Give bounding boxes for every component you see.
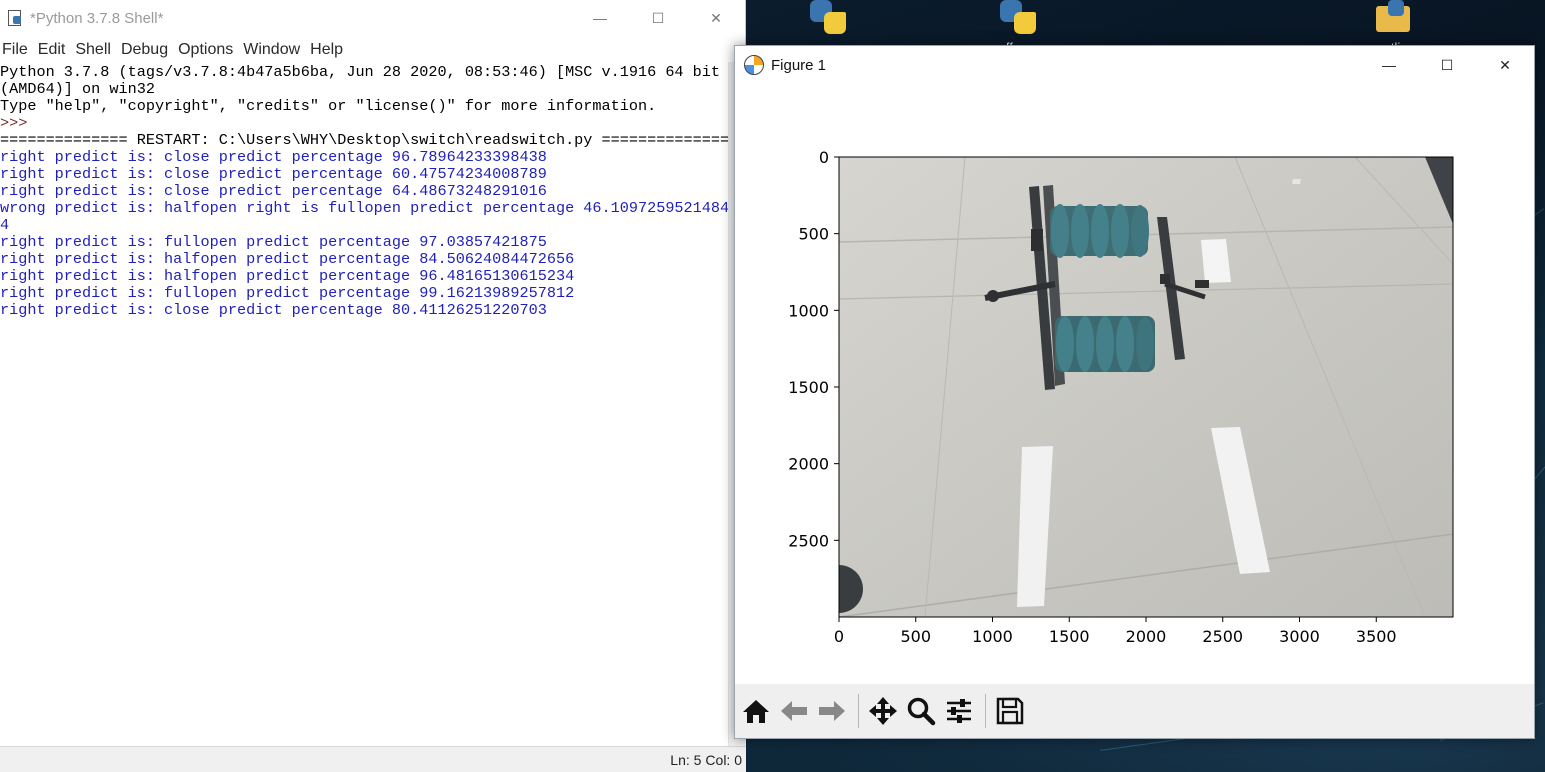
output-line: right predict is: fullopen predict perce… bbox=[0, 284, 575, 302]
menu-shell[interactable]: Shell bbox=[73, 41, 117, 59]
minimize-button[interactable]: — bbox=[571, 0, 629, 36]
forward-arrow-icon bbox=[819, 701, 845, 721]
python-file-icon bbox=[804, 0, 852, 40]
shell-prompt: >>> bbox=[0, 114, 37, 132]
save-button[interactable] bbox=[992, 693, 1028, 729]
pan-icon bbox=[869, 697, 897, 725]
back-button[interactable] bbox=[776, 693, 812, 729]
figure-toolbar bbox=[735, 684, 1534, 738]
x-tick-label: 0 bbox=[834, 627, 844, 646]
python-folder-icon bbox=[1368, 0, 1416, 40]
forward-button[interactable] bbox=[814, 693, 850, 729]
x-axis-ticks: 0 500 1000 1500 2000 2500 3000 3500 bbox=[834, 617, 1397, 646]
output-line: right predict is: close predict percenta… bbox=[0, 182, 547, 200]
idle-app-icon bbox=[6, 9, 24, 27]
configure-subplots-button[interactable] bbox=[941, 693, 977, 729]
light-reflection bbox=[1201, 239, 1231, 283]
zoom-icon bbox=[907, 697, 936, 726]
menu-file[interactable]: File bbox=[0, 41, 34, 59]
output-line: right predict is: close predict percenta… bbox=[0, 165, 547, 183]
shell-line: Python 3.7.8 (tags/v3.7.8:4b47a5b6ba, Ju… bbox=[0, 63, 721, 81]
toolbar-separator bbox=[858, 694, 859, 728]
python-file-icon bbox=[994, 0, 1042, 40]
output-line: right predict is: close predict percenta… bbox=[0, 148, 547, 166]
pan-button[interactable] bbox=[865, 693, 901, 729]
insulator-lower bbox=[1055, 316, 1155, 372]
y-tick-label: 1500 bbox=[788, 378, 829, 397]
output-line: right predict is: halfopen predict perce… bbox=[0, 250, 575, 268]
y-axis-ticks: 0 500 1000 1500 2000 2500 bbox=[788, 148, 839, 550]
status-line: Ln: 5 bbox=[670, 751, 702, 768]
close-button[interactable]: ✕ bbox=[1476, 46, 1534, 84]
toolbar-separator bbox=[985, 694, 986, 728]
zoom-button[interactable] bbox=[903, 693, 939, 729]
y-tick-label: 0 bbox=[819, 148, 829, 167]
close-button[interactable]: ✕ bbox=[687, 0, 745, 36]
minimize-button[interactable]: — bbox=[1360, 46, 1418, 84]
shell-line: (AMD64)] on win32 bbox=[0, 80, 155, 98]
output-line: right predict is: fullopen predict perce… bbox=[0, 233, 547, 251]
maximize-button[interactable]: ☐ bbox=[629, 0, 687, 36]
x-tick-label: 2000 bbox=[1126, 627, 1167, 646]
output-line: 4 bbox=[0, 216, 10, 234]
shell-output-area[interactable]: Python 3.7.8 (tags/v3.7.8:4b47a5b6ba, Ju… bbox=[0, 63, 730, 319]
idle-shell-window: *Python 3.7.8 Shell* — ☐ ✕ File Edit She… bbox=[0, 0, 746, 772]
x-tick-label: 3500 bbox=[1356, 627, 1397, 646]
shell-line: Type "help", "copyright", "credits" or "… bbox=[0, 97, 657, 115]
menu-debug[interactable]: Debug bbox=[119, 41, 174, 59]
y-tick-label: 1000 bbox=[788, 301, 829, 320]
menu-options[interactable]: Options bbox=[176, 41, 239, 59]
shell-titlebar[interactable]: *Python 3.7.8 Shell* — ☐ ✕ bbox=[0, 0, 745, 36]
configure-subplots-icon bbox=[947, 699, 971, 723]
save-icon bbox=[996, 697, 1024, 725]
figure-window: Figure 1 — ☐ ✕ 0 500 1000 1500 2000 2500… bbox=[734, 45, 1535, 739]
x-tick-label: 500 bbox=[900, 627, 931, 646]
output-line: wrong predict is: halfopen right is full… bbox=[0, 199, 730, 217]
home-icon bbox=[743, 700, 769, 723]
insulator-upper bbox=[1050, 204, 1149, 258]
x-tick-label: 1500 bbox=[1049, 627, 1090, 646]
photo-image bbox=[839, 157, 1453, 617]
figure-window-title: Figure 1 bbox=[771, 56, 827, 74]
output-line: right predict is: halfopen predict perce… bbox=[0, 267, 575, 285]
x-tick-label: 1000 bbox=[972, 627, 1013, 646]
y-tick-label: 500 bbox=[798, 225, 829, 244]
menu-edit[interactable]: Edit bbox=[36, 41, 72, 59]
shell-menubar: File Edit Shell Debug Options Window Hel… bbox=[0, 38, 351, 62]
menu-help[interactable]: Help bbox=[308, 41, 349, 59]
y-tick-label: 2500 bbox=[788, 531, 829, 550]
shell-line: ============== RESTART: C:\Users\WHY\Des… bbox=[0, 131, 730, 149]
matplotlib-icon bbox=[744, 55, 764, 75]
figure-titlebar[interactable]: Figure 1 — ☐ ✕ bbox=[735, 46, 1534, 84]
back-arrow-icon bbox=[781, 701, 807, 721]
x-tick-label: 2500 bbox=[1202, 627, 1243, 646]
status-col: Col: 0 bbox=[705, 751, 742, 768]
y-tick-label: 2000 bbox=[788, 455, 829, 474]
shell-statusbar: Ln: 5 Col: 0 bbox=[0, 746, 746, 772]
plot-canvas[interactable]: 0 500 1000 1500 2000 2500 3000 3500 0 500 1000 150… bbox=[735, 84, 1534, 684]
menu-window[interactable]: Window bbox=[241, 41, 306, 59]
x-tick-label: 3000 bbox=[1279, 627, 1320, 646]
shell-window-title: *Python 3.7.8 Shell* bbox=[30, 9, 164, 27]
output-line: right predict is: close predict percenta… bbox=[0, 301, 547, 319]
home-button[interactable] bbox=[738, 693, 774, 729]
maximize-button[interactable]: ☐ bbox=[1418, 46, 1476, 84]
plot-svg: 0 500 1000 1500 2000 2500 3000 3500 0 500 1000 150… bbox=[788, 148, 1454, 646]
